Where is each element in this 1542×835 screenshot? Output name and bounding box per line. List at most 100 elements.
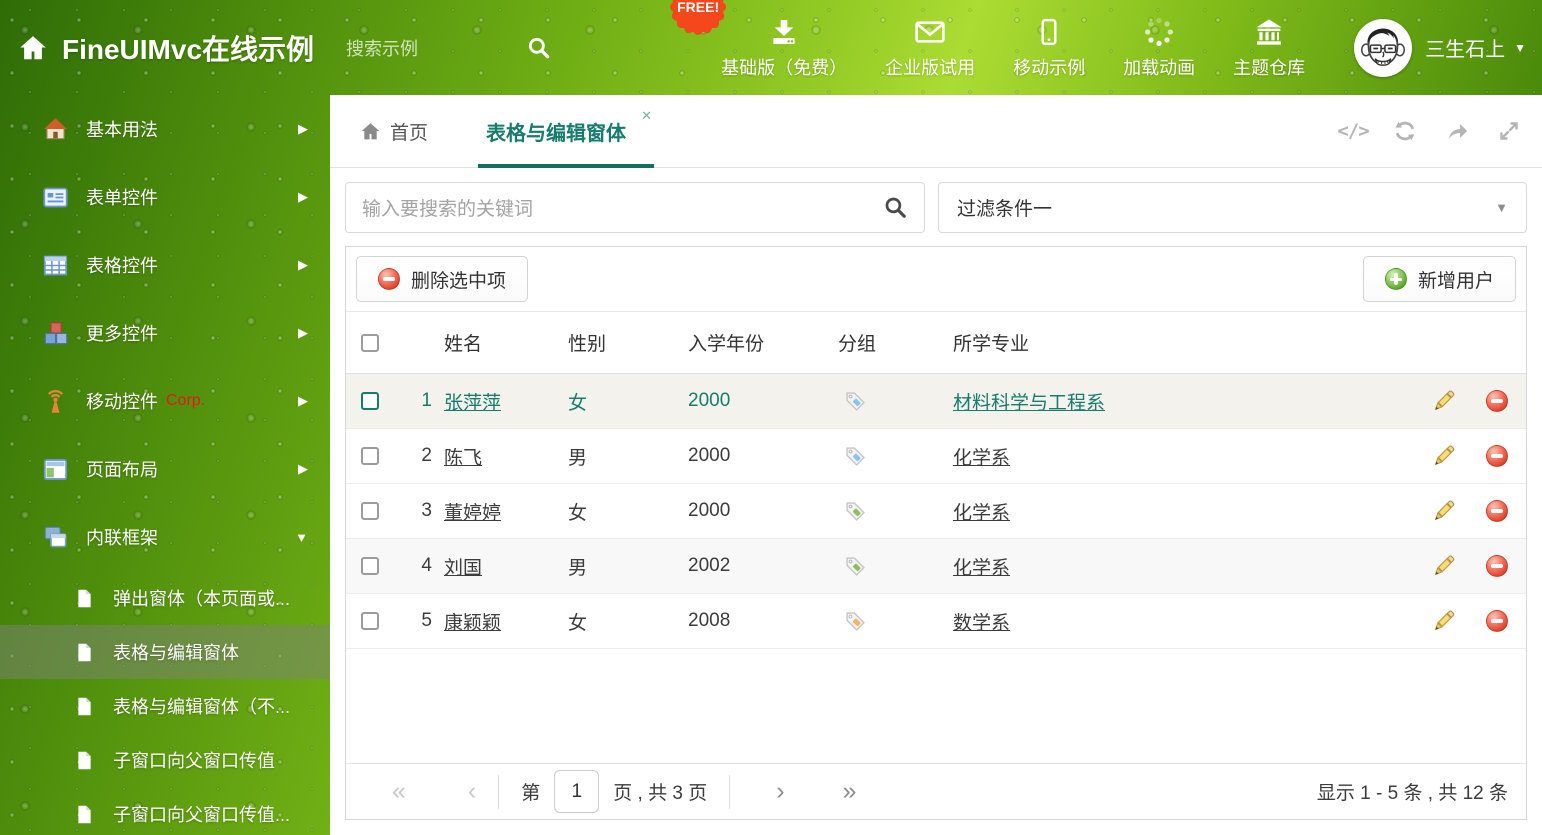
filter-dropdown[interactable]: 过滤条件一 ▼: [938, 182, 1527, 233]
sidebar-item-basic-usage[interactable]: 基本用法 ▶: [0, 95, 330, 163]
pagination-bar: « ‹ 第 1 页 , 共 3 页 › » 显示 1 - 5 条 , 共 12 …: [346, 763, 1526, 819]
delete-icon[interactable]: [1486, 610, 1508, 632]
sidebar-subitem-child-to-parent-2[interactable]: 子窗口向父窗口传值...: [0, 787, 330, 835]
tag-icon: [844, 445, 867, 468]
keyword-search-input[interactable]: 输入要搜索的关键词: [345, 182, 925, 233]
sidebar-item-form-controls[interactable]: 表单控件 ▶: [0, 163, 330, 231]
major-link[interactable]: 材料科学与工程系: [953, 393, 1105, 414]
close-icon[interactable]: ✕: [641, 108, 652, 124]
page-number-input[interactable]: 1: [554, 770, 599, 813]
grid-toolbar: 删除选中项 新增用户: [346, 247, 1526, 312]
name-link[interactable]: 陈飞: [444, 448, 482, 469]
first-page-button[interactable]: «: [392, 779, 406, 804]
corp-badge: Corp.: [166, 392, 205, 410]
major-link[interactable]: 数学系: [953, 613, 1010, 634]
table-row[interactable]: 2 陈飞 男 2000 化学系: [346, 429, 1526, 484]
nav-label: 移动示例: [1013, 54, 1085, 80]
edit-icon[interactable]: [1432, 389, 1456, 413]
home-icon: [360, 121, 381, 142]
header-search-placeholder: 搜索示例: [346, 35, 496, 61]
open-in-new-icon[interactable]: [1444, 118, 1470, 144]
column-header-group[interactable]: 分组: [834, 329, 949, 356]
app-logo[interactable]: FineUIMvc在线示例: [18, 28, 314, 68]
edit-icon[interactable]: [1432, 444, 1456, 468]
name-link[interactable]: 康颖颖: [444, 613, 501, 634]
delete-icon[interactable]: [1486, 445, 1508, 467]
sidebar-subitem-grid-edit-window-2[interactable]: 表格与编辑窗体（不...: [0, 679, 330, 733]
pager-divider: [498, 775, 499, 809]
page-icon: [74, 804, 95, 825]
gender-cell: 女: [564, 498, 684, 525]
search-icon[interactable]: [883, 195, 908, 220]
prev-page-button[interactable]: ‹: [468, 779, 476, 804]
grid-panel: 删除选中项 新增用户 姓名 性别 入学年份 分组 所学专业: [345, 246, 1527, 820]
sidebar-item-grid-controls[interactable]: 表格控件 ▶: [0, 231, 330, 299]
chevron-right-icon: ▶: [298, 461, 308, 477]
column-header-major[interactable]: 所学专业: [949, 329, 1420, 356]
table-row[interactable]: 4 刘国 男 2002 化学系: [346, 539, 1526, 594]
column-header-gender[interactable]: 性别: [564, 329, 684, 356]
add-user-button[interactable]: 新增用户: [1363, 256, 1516, 302]
row-checkbox[interactable]: [361, 392, 379, 410]
delete-icon[interactable]: [1486, 555, 1508, 577]
tag-icon: [844, 610, 867, 633]
edit-icon[interactable]: [1432, 499, 1456, 523]
tab-grid-edit-window[interactable]: 表格与编辑窗体 ✕: [478, 95, 654, 167]
delete-selected-button[interactable]: 删除选中项: [356, 256, 528, 302]
sidebar-subitem-popup-window[interactable]: 弹出窗体（本页面或...: [0, 571, 330, 625]
search-icon[interactable]: [526, 35, 552, 61]
sidebar-subitem-child-to-parent[interactable]: 子窗口向父窗口传值: [0, 733, 330, 787]
delete-icon[interactable]: [1486, 500, 1508, 522]
row-index: 2: [394, 445, 440, 467]
name-link[interactable]: 张萍萍: [444, 393, 501, 414]
user-menu[interactable]: 三生石上 ▼: [1354, 19, 1526, 77]
refresh-icon[interactable]: [1392, 118, 1418, 144]
filter-row: 输入要搜索的关键词 过滤条件一 ▼: [345, 182, 1527, 233]
sidebar-item-page-layout[interactable]: 页面布局 ▶: [0, 435, 330, 503]
sidebar-subitem-grid-edit-window[interactable]: 表格与编辑窗体: [0, 625, 330, 679]
record-summary: 显示 1 - 5 条 , 共 12 条: [1317, 778, 1508, 805]
page-suffix: 页 , 共 3 页: [613, 778, 707, 805]
year-cell: 2002: [684, 555, 834, 577]
antenna-icon: [42, 388, 69, 415]
row-checkbox[interactable]: [361, 502, 379, 520]
nav-item-theme-store[interactable]: 主题仓库: [1233, 16, 1305, 80]
row-checkbox[interactable]: [361, 612, 379, 630]
sidebar-item-inline-frame[interactable]: 内联框架 ▼: [0, 503, 330, 571]
major-link[interactable]: 化学系: [953, 558, 1010, 579]
header-search[interactable]: 搜索示例: [346, 35, 552, 61]
table-row[interactable]: 1 张萍萍 女 2000 材料科学与工程系: [346, 374, 1526, 429]
major-link[interactable]: 化学系: [953, 448, 1010, 469]
sidebar-item-more-controls[interactable]: 更多控件 ▶: [0, 299, 330, 367]
edit-icon[interactable]: [1432, 554, 1456, 578]
name-link[interactable]: 刘国: [444, 558, 482, 579]
table-row[interactable]: 3 董婷婷 女 2000 化学系: [346, 484, 1526, 539]
table-row[interactable]: 5 康颖颖 女 2008 数学系: [346, 594, 1526, 649]
year-cell: 2000: [684, 500, 834, 522]
expand-icon[interactable]: [1496, 118, 1522, 144]
source-code-icon[interactable]: </>: [1340, 118, 1366, 144]
nav-item-mobile-demo[interactable]: 移动示例: [1013, 16, 1085, 80]
delete-icon[interactable]: [1486, 390, 1508, 412]
nav-item-loading-animation[interactable]: 加载动画: [1123, 16, 1195, 80]
tab-home[interactable]: 首页: [360, 118, 428, 145]
column-header-name[interactable]: 姓名: [440, 329, 564, 356]
select-all-checkbox[interactable]: [361, 334, 379, 352]
name-link[interactable]: 董婷婷: [444, 503, 501, 524]
edit-icon[interactable]: [1432, 609, 1456, 633]
page-prefix: 第: [521, 778, 540, 805]
last-page-button[interactable]: »: [843, 779, 857, 804]
chevron-right-icon: ▶: [298, 257, 308, 273]
spinner-icon: [1143, 16, 1175, 48]
row-checkbox[interactable]: [361, 447, 379, 465]
sidebar-item-mobile-controls[interactable]: 移动控件 Corp. ▶: [0, 367, 330, 435]
next-page-button[interactable]: ›: [776, 779, 784, 804]
row-checkbox[interactable]: [361, 557, 379, 575]
table-header: 姓名 性别 入学年份 分组 所学专业: [346, 312, 1526, 374]
column-header-year[interactable]: 入学年份: [684, 329, 834, 356]
major-link[interactable]: 化学系: [953, 503, 1010, 524]
nav-item-enterprise-trial[interactable]: 企业版试用: [885, 16, 975, 80]
pager-divider: [729, 775, 730, 809]
chevron-down-icon: ▼: [1514, 41, 1526, 55]
nav-item-basic-free[interactable]: FREE! 基础版（免费）: [721, 16, 847, 80]
